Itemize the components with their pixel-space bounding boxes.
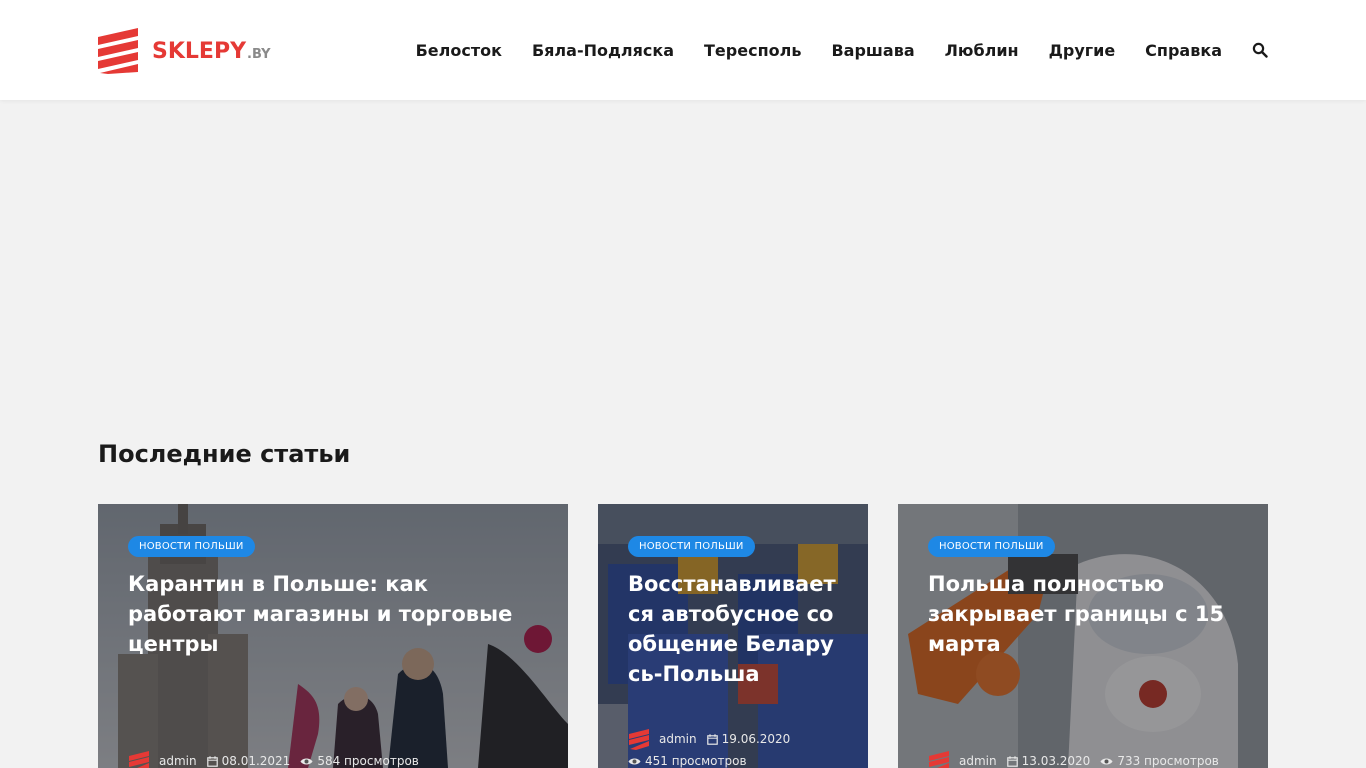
nav-item-biala-podlaska[interactable]: Бяла-Подляска [532,41,674,60]
author-name: admin [159,754,197,768]
article-meta: admin 19.06.2020 451 просмотров [628,728,848,768]
article-content: Новости Польши Польша полностью закрывае… [928,534,1238,659]
category-badge[interactable]: Новости Польши [628,536,755,557]
category-badge[interactable]: Новости Польши [128,536,255,557]
nav-item-terespol[interactable]: Тересполь [704,41,801,60]
eye-icon [300,758,313,764]
calendar-icon [1006,755,1018,767]
date-text: 19.06.2020 [721,732,791,746]
article-date: 19.06.2020 [706,728,791,750]
article-views: 733 просмотров [1100,750,1219,768]
article-title[interactable]: Польша полностью закрывает границы с 15 … [928,569,1238,659]
site-logo[interactable]: SKLEPY .BY [98,28,271,74]
article-meta: admin 08.01.2021 584 просмотров [128,750,548,768]
nav-item-other[interactable]: Другие [1049,41,1116,60]
main-nav: Белосток Бяла-Подляска Тересполь Варшава… [416,0,1268,100]
section-title: Последние статьи [98,440,351,468]
article-title[interactable]: Восстанавливается автобусное сообщение Б… [628,569,838,689]
article-card[interactable]: Новости Польши Карантин в Польше: как ра… [98,504,568,768]
article-views: 584 просмотров [300,750,419,768]
views-text: 451 просмотров [645,754,747,768]
category-badge[interactable]: Новости Польши [928,536,1055,557]
site-header: SKLEPY .BY Белосток Бяла-Подляска Тересп… [0,0,1366,100]
author-avatar-icon [929,751,949,768]
nav-item-lublin[interactable]: Люблин [945,41,1019,60]
nav-item-bialystok[interactable]: Белосток [416,41,502,60]
eye-icon [628,758,641,764]
logo-stripes-icon [98,28,138,74]
author-avatar-icon [629,729,649,750]
article-date: 08.01.2021 [206,750,291,768]
article-card[interactable]: Новости Польши Польша полностью закрывае… [898,504,1268,768]
logo-tld: .BY [247,46,271,62]
calendar-icon [706,733,718,745]
article-title[interactable]: Карантин в Польше: как работают магазины… [128,569,538,659]
ad-placeholder [98,100,1268,420]
search-icon[interactable] [1252,42,1268,58]
article-card[interactable]: Новости Польши Восстанавливается автобус… [598,504,868,768]
logo-name: SKLEPY [152,38,246,64]
article-content: Новости Польши Карантин в Польше: как ра… [128,534,538,659]
date-text: 13.03.2020 [1021,754,1091,768]
nav-item-help[interactable]: Справка [1145,41,1222,60]
nav-item-warsaw[interactable]: Варшава [831,41,914,60]
article-content: Новости Польши Восстанавливается автобус… [628,534,838,689]
date-text: 08.01.2021 [221,754,291,768]
article-views: 451 просмотров [628,750,747,768]
views-text: 733 просмотров [1117,754,1219,768]
article-meta: admin 13.03.2020 733 просмотров [928,750,1248,768]
eye-icon [1100,758,1113,764]
author-avatar-icon [129,751,149,768]
calendar-icon [206,755,218,767]
author-name: admin [959,754,997,768]
logo-wordmark: SKLEPY .BY [152,39,271,64]
views-text: 584 просмотров [317,754,419,768]
author-name: admin [659,732,697,746]
article-date: 13.03.2020 [1006,750,1091,768]
